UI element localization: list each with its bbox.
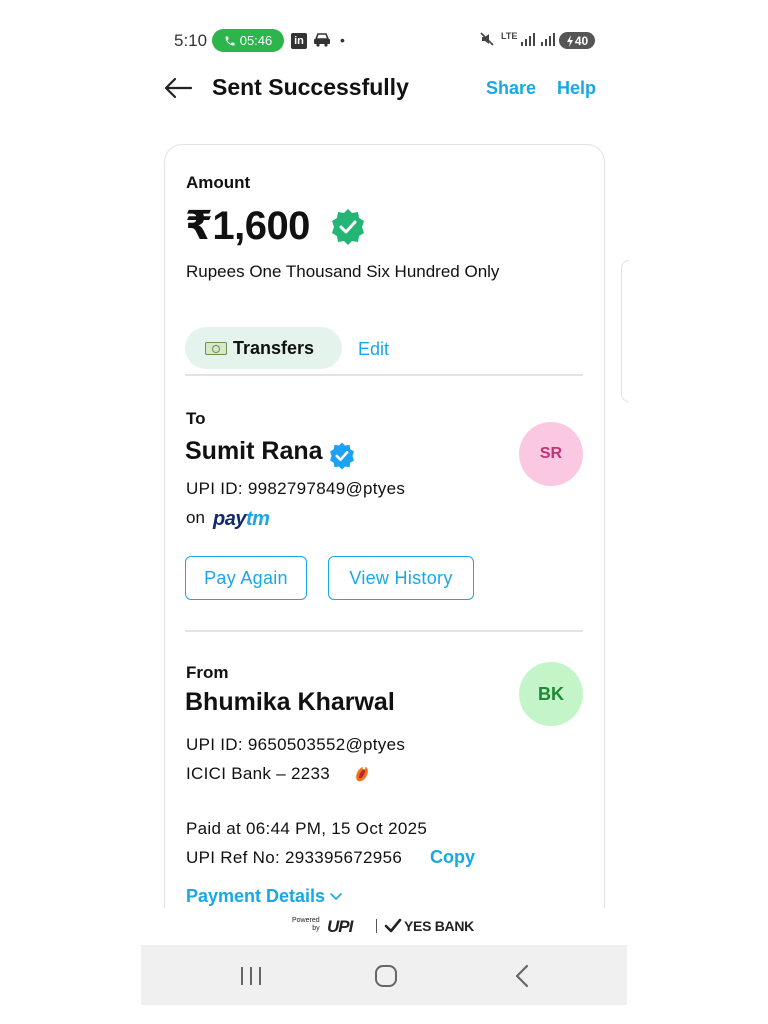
- share-button[interactable]: Share: [486, 78, 536, 99]
- verified-badge-icon: [327, 441, 357, 471]
- chevron-down-icon: [330, 892, 342, 900]
- edit-category-button[interactable]: Edit: [358, 339, 389, 360]
- icici-bank-icon: [353, 765, 371, 783]
- view-history-button[interactable]: View History: [328, 556, 474, 600]
- payment-details-label: Payment Details: [186, 886, 326, 906]
- to-label: To: [186, 409, 206, 428]
- recipient-avatar[interactable]: SR: [519, 422, 583, 486]
- amount-in-words: Rupees One Thousand Six Hundred Only: [186, 262, 500, 281]
- divider: [185, 374, 583, 376]
- signal-icon: [520, 32, 536, 51]
- status-time: 5:10: [174, 31, 208, 50]
- payment-details-toggle[interactable]: Payment Details: [186, 886, 343, 907]
- status-bar: 5:10 05:46 in • LTE 40: [141, 26, 627, 56]
- divider: [185, 630, 583, 632]
- amount-label: Amount: [186, 173, 251, 192]
- ongoing-call-pill[interactable]: 05:46: [212, 29, 284, 52]
- category-chip[interactable]: Transfers: [185, 327, 342, 369]
- from-label: From: [186, 663, 229, 682]
- recipient-name: Sumit Rana: [185, 437, 323, 465]
- page-title: Sent Successfully: [212, 74, 409, 100]
- paytm-logo: paytm: [213, 508, 270, 530]
- category-chip-label: Transfers: [233, 337, 315, 358]
- system-back-icon[interactable]: [503, 961, 543, 991]
- sender-name: Bhumika Kharwal: [185, 688, 395, 716]
- phone-icon: [225, 36, 235, 45]
- linkedin-icon: in: [291, 33, 307, 49]
- transaction-card: Amount ₹1,600 Rupees One Thousand Six Hu…: [164, 144, 605, 934]
- battery-level: 40: [574, 33, 589, 48]
- signal-icon: [540, 32, 556, 51]
- amount-value: ₹1,600: [185, 204, 310, 248]
- lte-icon: LTE: [501, 31, 518, 41]
- help-button[interactable]: Help: [557, 78, 596, 99]
- system-navigation-bar: [141, 945, 627, 1005]
- mute-icon: [479, 31, 495, 51]
- footer-separator: [376, 919, 377, 933]
- recipient-app-prefix: on: [186, 508, 205, 527]
- back-arrow-icon[interactable]: [163, 74, 193, 102]
- battery-charging-icon: 40: [559, 32, 595, 49]
- recent-apps-icon[interactable]: [231, 961, 271, 991]
- banknote-icon: [205, 341, 227, 355]
- app-header: Sent Successfully Share Help: [141, 68, 627, 108]
- pay-again-button[interactable]: Pay Again: [185, 556, 307, 600]
- side-panel-handle[interactable]: [621, 260, 629, 402]
- sender-upi-id: UPI ID: 9650503552@ptyes: [186, 735, 406, 754]
- notification-dot-icon: •: [340, 32, 345, 48]
- upi-logo: UPI: [327, 917, 353, 936]
- yes-bank-logo-icon: [384, 918, 402, 934]
- car-icon: [312, 30, 332, 52]
- copy-ref-button[interactable]: Copy: [430, 847, 475, 868]
- powered-by-text: Powered by: [292, 917, 320, 932]
- upi-reference-number: UPI Ref No: 293395672956: [186, 848, 403, 867]
- verified-badge-icon: [328, 207, 368, 247]
- phone-screen: 5:10 05:46 in • LTE 40 Sent Successfully: [141, 0, 629, 1024]
- sender-avatar[interactable]: BK: [519, 662, 583, 726]
- yes-bank-text: YES BANK: [404, 918, 474, 934]
- powered-by-footer: Powered by UPI YES BANK: [141, 908, 627, 942]
- sender-bank-account: ICICI Bank – 2233: [186, 764, 331, 783]
- call-duration: 05:46: [239, 33, 273, 48]
- home-icon[interactable]: [366, 961, 406, 991]
- payment-timestamp: Paid at 06:44 PM, 15 Oct 2025: [186, 819, 428, 838]
- recipient-upi-id: UPI ID: 9982797849@ptyes: [186, 479, 406, 498]
